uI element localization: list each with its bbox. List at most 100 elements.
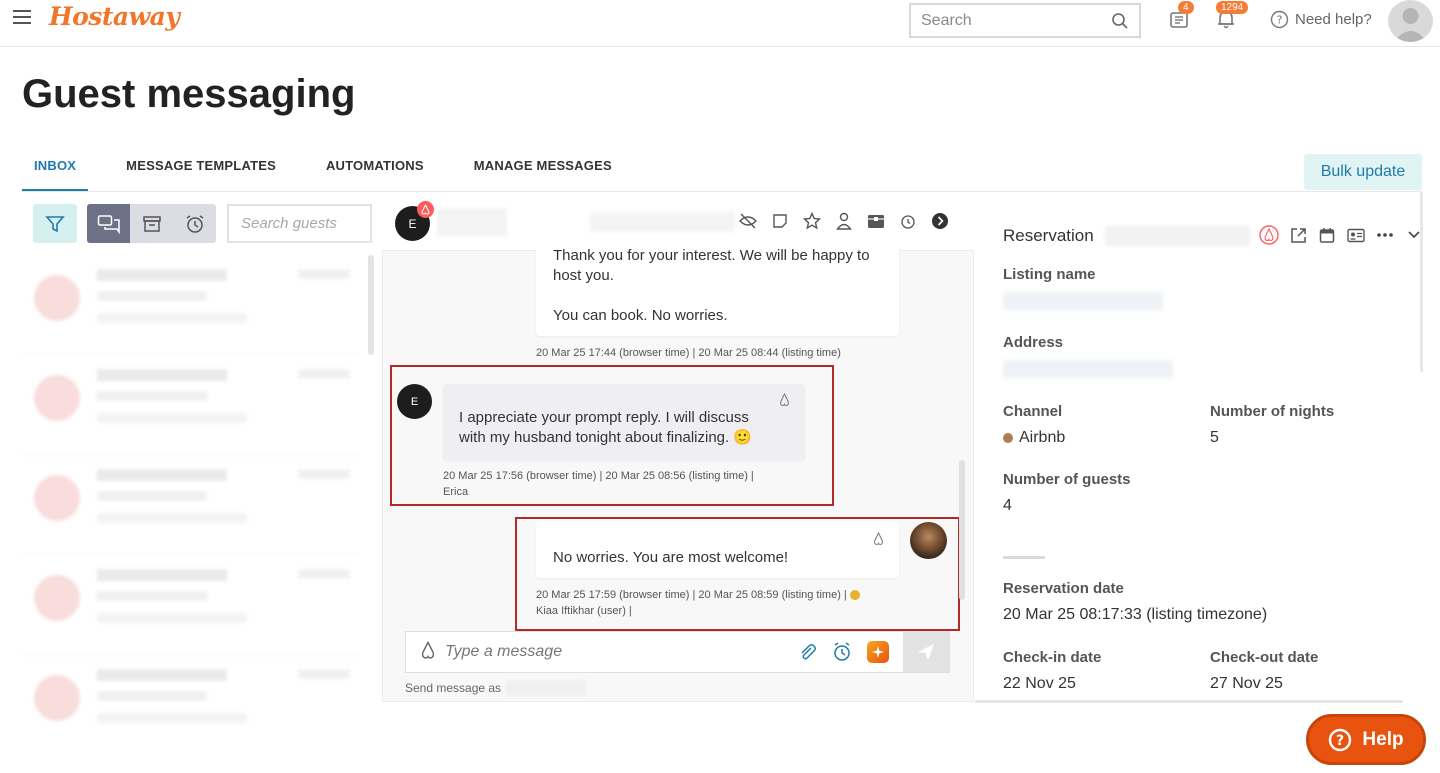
box-icon[interactable] — [867, 211, 885, 231]
send-as-label: Send message as — [405, 681, 502, 695]
message-text: Thank you for your interest. We will be … — [553, 247, 870, 284]
help-button[interactable]: ? Help — [1306, 714, 1426, 765]
message-timestamp: 20 Mar 25 17:59 (browser time) | 20 Mar … — [536, 587, 860, 619]
chat-guest-name-redacted — [437, 208, 507, 236]
next-arrow-icon[interactable] — [931, 211, 949, 231]
conversation-list-scrollbar[interactable] — [368, 255, 374, 355]
star-icon[interactable] — [803, 211, 821, 231]
reservation-date-label: Reservation date — [1003, 580, 1124, 597]
chat-header-actions — [739, 211, 949, 231]
global-search[interactable] — [909, 3, 1141, 38]
checkin-value: 22 Nov 25 — [1003, 675, 1076, 692]
tab-inbox[interactable]: INBOX — [22, 145, 89, 191]
schedule-alarm-icon[interactable] — [832, 641, 852, 666]
reservation-panel-scrollbar[interactable] — [1420, 192, 1423, 372]
scheduled-view-button[interactable] — [173, 204, 216, 243]
conversation-item[interactable] — [22, 255, 360, 355]
send-as-account-redacted[interactable] — [506, 680, 586, 696]
expires-info-redacted — [590, 212, 735, 232]
airbnb-channel-icon — [872, 531, 885, 552]
listing-name-label: Listing name — [1003, 266, 1096, 283]
checkin-label: Check-in date — [1003, 649, 1102, 666]
guests-value: 4 — [1003, 497, 1012, 514]
alarm-icon[interactable] — [899, 211, 917, 231]
tab-automations[interactable]: AUTOMATIONS — [326, 145, 424, 191]
tab-manage-messages[interactable]: MANAGE MESSAGES — [474, 145, 612, 191]
search-guests-input[interactable] — [227, 204, 372, 243]
section-divider — [1003, 556, 1045, 559]
need-help-label: Need help? — [1295, 11, 1372, 28]
more-options-icon[interactable] — [1375, 225, 1395, 245]
sent-status-icon — [849, 590, 860, 601]
hide-icon[interactable] — [739, 211, 757, 231]
reservation-date-value: 20 Mar 25 08:17:33 (listing timezone) — [1003, 606, 1268, 623]
nights-value: 5 — [1210, 429, 1219, 446]
chat-guest-initial: E — [408, 216, 417, 231]
guests-label: Number of guests — [1003, 471, 1131, 488]
message-input[interactable] — [445, 643, 785, 661]
question-icon: ? — [1270, 10, 1289, 29]
conversation-item[interactable] — [22, 355, 360, 455]
airbnb-channel-icon — [1259, 225, 1279, 245]
svg-text:?: ? — [1336, 733, 1344, 749]
help-label: Help — [1362, 728, 1404, 750]
host-message-bubble: Thank you for your interest. We will be … — [536, 246, 899, 336]
message-composer — [405, 631, 950, 673]
message-text: You can book. No worries. — [553, 307, 728, 324]
alarm-clock-icon — [186, 214, 203, 233]
channel-value: Airbnb — [1003, 429, 1065, 447]
conversation-item[interactable] — [22, 555, 360, 655]
checkout-label: Check-out date — [1210, 649, 1319, 666]
need-help-link[interactable]: ? Need help? — [1270, 10, 1372, 29]
nights-label: Number of nights — [1210, 403, 1335, 420]
question-circle-icon: ? — [1329, 728, 1352, 751]
message-thread-scrollbar[interactable] — [959, 460, 965, 600]
top-bar: Hostaway 4 1294 ? Need help? — [0, 0, 1440, 47]
menu-icon[interactable] — [13, 10, 31, 26]
notifications-badge: 1294 — [1216, 1, 1249, 14]
search-icon[interactable] — [1111, 12, 1129, 34]
host-reply-bubble: No worries. You are most welcome! — [536, 521, 899, 578]
conversation-item[interactable] — [22, 455, 360, 555]
guest-message-bubble: I appreciate your prompt reply. I will d… — [443, 384, 805, 460]
chat-guest-avatar[interactable]: E — [395, 201, 434, 241]
message-text: No worries. You are most welcome! — [553, 549, 789, 566]
reservation-panel: Reservation Listing name Address Channel… — [975, 192, 1424, 704]
external-link-icon[interactable] — [1288, 225, 1308, 245]
global-search-input[interactable] — [921, 11, 1101, 30]
conversations-view-button[interactable] — [87, 204, 130, 243]
send-button[interactable] — [903, 632, 949, 672]
page-title: Guest messaging — [22, 72, 356, 116]
reservation-panel-bottom-scrollbar[interactable] — [975, 700, 1403, 703]
send-icon — [918, 644, 934, 660]
paperclip-icon[interactable] — [797, 642, 817, 666]
bulk-update-button[interactable]: Bulk update — [1304, 154, 1422, 190]
ai-sparkle-icon[interactable] — [867, 641, 889, 663]
user-avatar[interactable] — [1388, 0, 1433, 42]
reservation-actions — [1259, 225, 1424, 245]
archive-view-button[interactable] — [130, 204, 173, 243]
reservation-id-redacted — [1105, 226, 1250, 246]
hostaway-logo[interactable]: Hostaway — [49, 2, 180, 31]
filter-button[interactable] — [33, 204, 77, 243]
tab-message-templates[interactable]: MESSAGE TEMPLATES — [126, 145, 276, 191]
reservation-title: Reservation — [1003, 226, 1094, 245]
note-icon[interactable] — [771, 211, 789, 231]
id-card-icon[interactable] — [1346, 225, 1366, 245]
chat-bubbles-icon — [97, 214, 120, 234]
airbnb-icon — [417, 201, 434, 218]
svg-text:?: ? — [1277, 14, 1283, 27]
checkout-value: 27 Nov 25 — [1210, 675, 1283, 692]
listing-name-value-redacted[interactable] — [1003, 292, 1163, 310]
channel-dot-icon — [1003, 432, 1013, 443]
filter-icon — [45, 215, 65, 232]
person-icon[interactable] — [835, 211, 853, 231]
message-timestamp: 20 Mar 25 17:44 (browser time) | 20 Mar … — [536, 347, 841, 359]
conversation-item[interactable] — [22, 655, 360, 735]
calendar-icon[interactable] — [1317, 225, 1337, 245]
airbnb-channel-icon — [778, 392, 791, 413]
channel-label: Channel — [1003, 403, 1063, 420]
host-user-avatar — [910, 522, 947, 559]
airbnb-icon — [419, 640, 437, 664]
conversation-list — [22, 255, 360, 735]
